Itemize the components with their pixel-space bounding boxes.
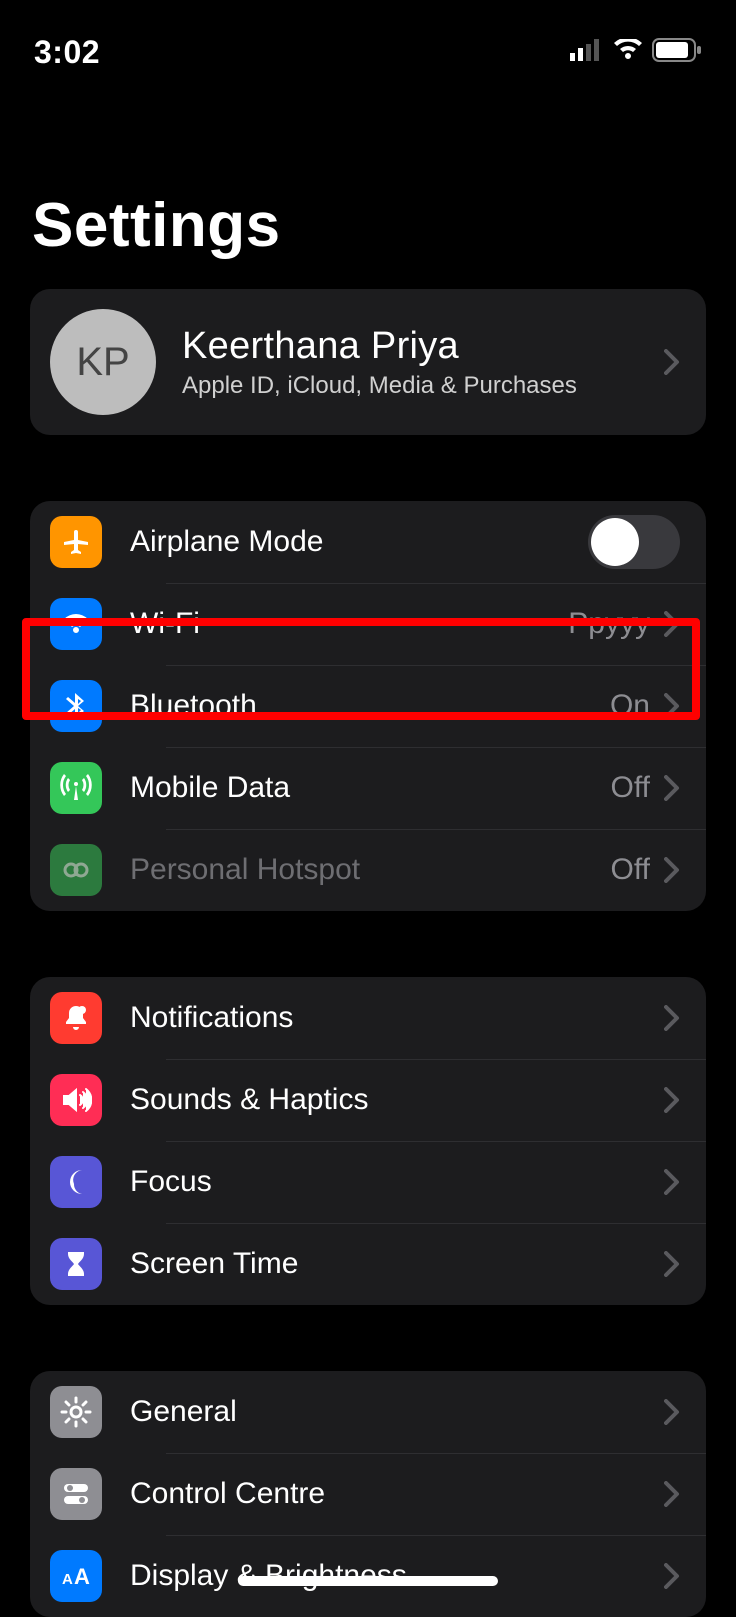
- bluetooth-row[interactable]: Bluetooth On: [30, 665, 706, 747]
- speaker-icon: [50, 1074, 102, 1126]
- svg-text:A: A: [62, 1571, 73, 1588]
- moon-icon: [50, 1156, 102, 1208]
- sounds-row[interactable]: Sounds & Haptics: [30, 1059, 706, 1141]
- hourglass-icon: [50, 1238, 102, 1290]
- chevron-right-icon: [664, 1005, 680, 1031]
- connectivity-group: Airplane Mode Wi-Fi Ppyyy Bluetooth On M…: [30, 501, 706, 911]
- status-indicators: [570, 38, 702, 67]
- bluetooth-value: On: [610, 689, 650, 723]
- home-indicator[interactable]: [238, 1576, 498, 1586]
- wifi-icon: [612, 39, 644, 66]
- status-time: 3:02: [34, 34, 100, 71]
- notifications-row[interactable]: Notifications: [30, 977, 706, 1059]
- control-centre-label: Control Centre: [130, 1477, 650, 1511]
- sounds-label: Sounds & Haptics: [130, 1083, 650, 1117]
- notifications-icon: [50, 992, 102, 1044]
- chevron-right-icon: [664, 857, 680, 883]
- wifi-label: Wi-Fi: [130, 607, 568, 641]
- chevron-right-icon: [664, 611, 680, 637]
- hotspot-icon: [50, 844, 102, 896]
- screen-time-row[interactable]: Screen Time: [30, 1223, 706, 1305]
- control-centre-row[interactable]: Control Centre: [30, 1453, 706, 1535]
- toggles-icon: [50, 1468, 102, 1520]
- hotspot-value: Off: [611, 853, 650, 887]
- chevron-right-icon: [664, 1087, 680, 1113]
- personal-hotspot-row[interactable]: Personal Hotspot Off: [30, 829, 706, 911]
- cellular-icon: [570, 39, 604, 66]
- general-label: General: [130, 1395, 650, 1429]
- antenna-icon: [50, 762, 102, 814]
- status-bar: 3:02: [0, 0, 736, 80]
- notifications-label: Notifications: [130, 1001, 650, 1035]
- chevron-right-icon: [664, 693, 680, 719]
- chevron-right-icon: [664, 1251, 680, 1277]
- chevron-right-icon: [664, 1399, 680, 1425]
- chevron-right-icon: [664, 1481, 680, 1507]
- airplane-label: Airplane Mode: [130, 525, 588, 559]
- bluetooth-icon: [50, 680, 102, 732]
- airplane-mode-row[interactable]: Airplane Mode: [30, 501, 706, 583]
- wifi-row[interactable]: Wi-Fi Ppyyy: [30, 583, 706, 665]
- screen-time-label: Screen Time: [130, 1247, 650, 1281]
- svg-text:A: A: [74, 1564, 90, 1588]
- wifi-settings-icon: [50, 598, 102, 650]
- focus-label: Focus: [130, 1165, 650, 1199]
- mobile-data-value: Off: [611, 771, 650, 805]
- avatar: KP: [50, 309, 156, 415]
- attention-group: Notifications Sounds & Haptics Focus Scr…: [30, 977, 706, 1305]
- mobile-data-label: Mobile Data: [130, 771, 611, 805]
- hotspot-label: Personal Hotspot: [130, 853, 611, 887]
- chevron-right-icon: [664, 349, 680, 375]
- bluetooth-label: Bluetooth: [130, 689, 610, 723]
- battery-icon: [652, 38, 702, 67]
- profile-group: KP Keerthana Priya Apple ID, iCloud, Med…: [30, 289, 706, 435]
- chevron-right-icon: [664, 1169, 680, 1195]
- airplane-icon: [50, 516, 102, 568]
- apple-id-row[interactable]: KP Keerthana Priya Apple ID, iCloud, Med…: [30, 289, 706, 435]
- profile-subtitle: Apple ID, iCloud, Media & Purchases: [182, 372, 650, 400]
- profile-name: Keerthana Priya: [182, 325, 650, 368]
- mobile-data-row[interactable]: Mobile Data Off: [30, 747, 706, 829]
- airplane-toggle[interactable]: [588, 515, 680, 569]
- gear-icon: [50, 1386, 102, 1438]
- chevron-right-icon: [664, 1563, 680, 1589]
- general-row[interactable]: General: [30, 1371, 706, 1453]
- focus-row[interactable]: Focus: [30, 1141, 706, 1223]
- chevron-right-icon: [664, 775, 680, 801]
- page-title: Settings: [0, 80, 736, 289]
- text-size-icon: AA: [50, 1550, 102, 1602]
- wifi-value: Ppyyy: [568, 607, 650, 641]
